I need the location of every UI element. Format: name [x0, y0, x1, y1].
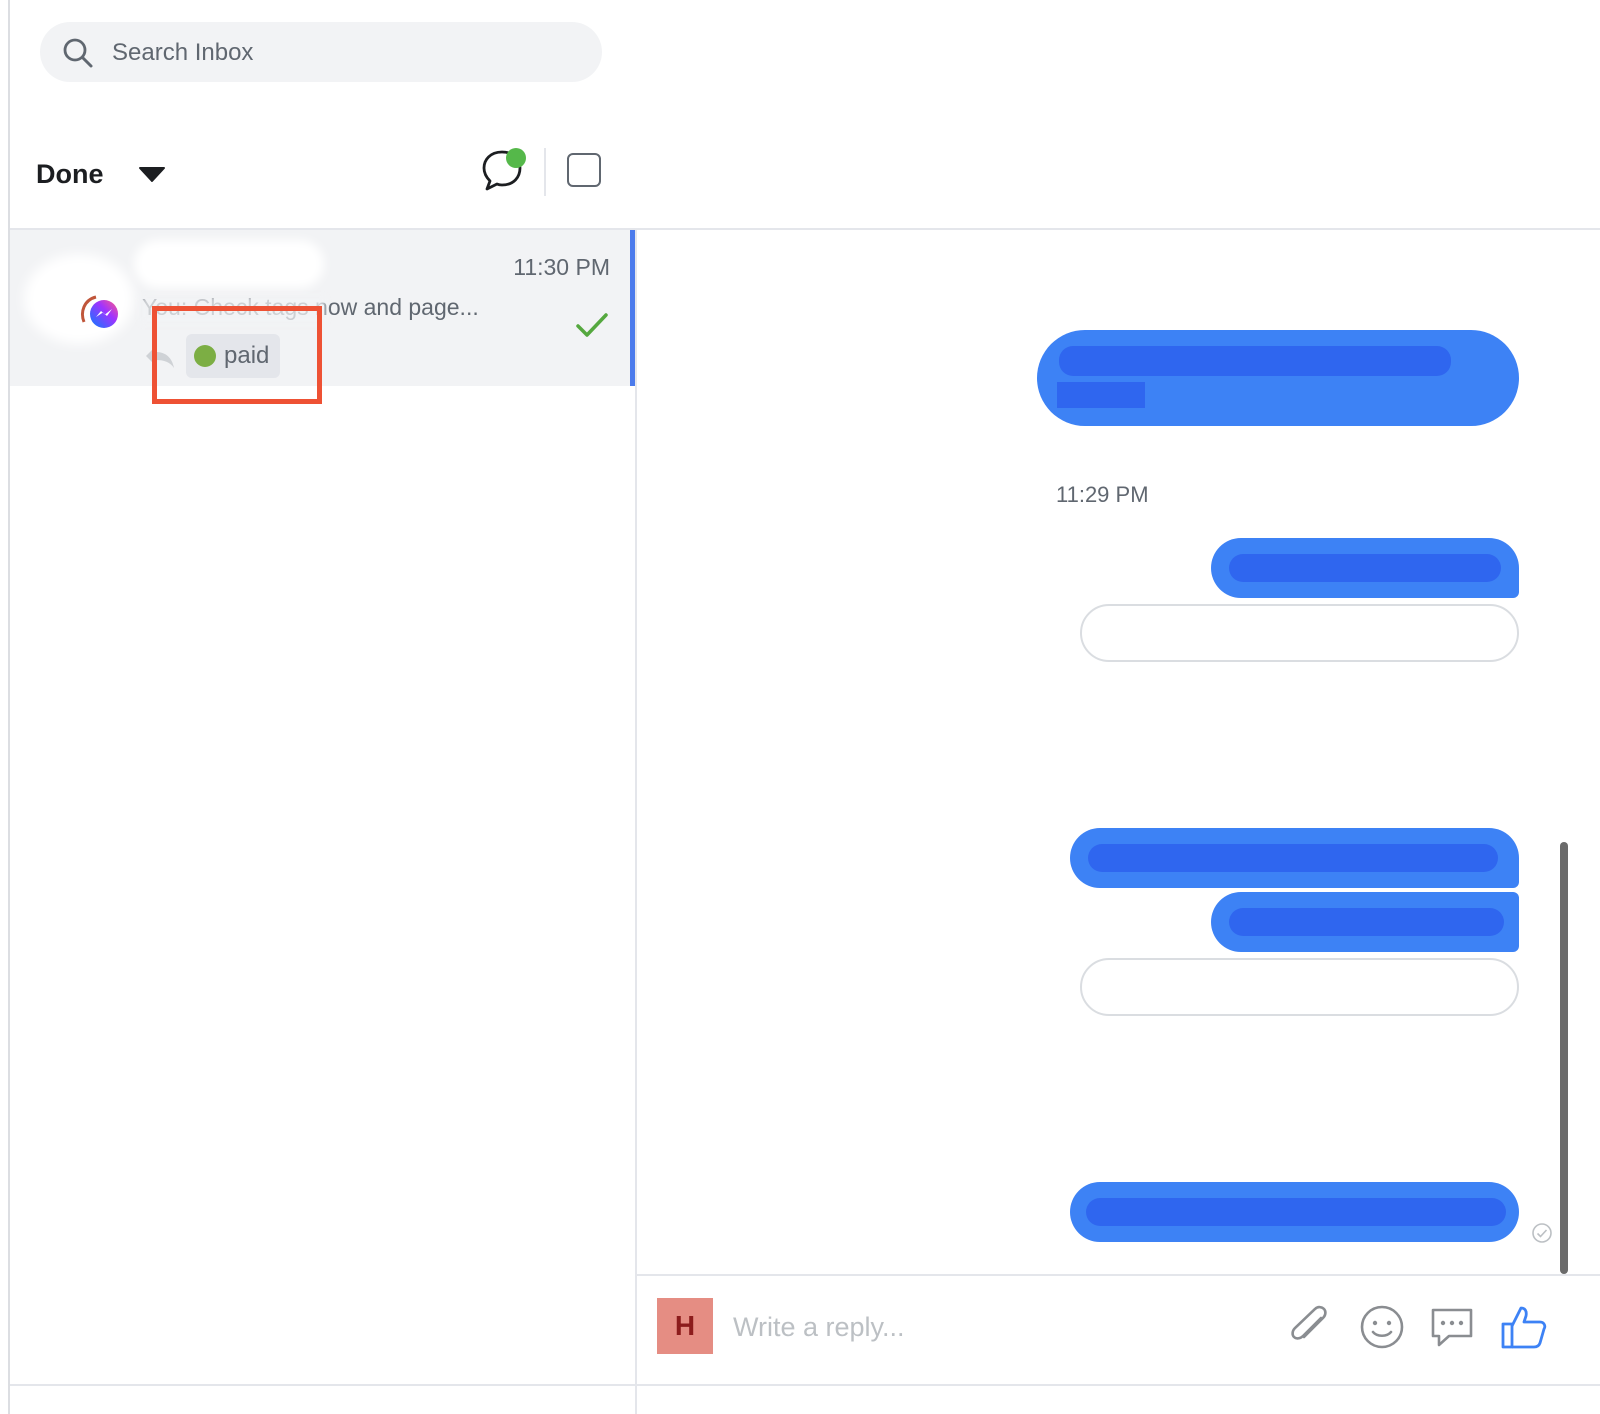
composer-bottom-border [10, 1384, 1600, 1386]
contact-name [134, 240, 324, 288]
select-all-checkbox[interactable] [567, 153, 601, 187]
redacted-text [1059, 346, 1451, 376]
quick-reply-button[interactable] [1080, 604, 1519, 662]
agent-avatar: H [657, 1298, 713, 1354]
conversation-list: 11:30 PM You: Check tags now and page...… [10, 230, 635, 1414]
status-filter-label: Done [36, 158, 104, 189]
search-input[interactable] [110, 32, 584, 74]
thread-scrollbar[interactable] [1560, 842, 1568, 1274]
status-filter-dropdown[interactable]: Done [36, 152, 165, 196]
messenger-icon [87, 297, 121, 331]
redacted-text [1088, 844, 1498, 872]
search-icon [63, 38, 93, 68]
new-message-icon[interactable] [480, 144, 534, 194]
toolbar-divider [544, 148, 546, 196]
redacted-text [1086, 1198, 1506, 1226]
agent-initial: H [674, 1310, 696, 1341]
done-check-icon[interactable] [574, 310, 610, 340]
outgoing-message-bubble [1070, 828, 1519, 888]
reply-input[interactable] [731, 1304, 1255, 1350]
redacted-text [1057, 382, 1145, 408]
seen-check-icon [1532, 1223, 1552, 1243]
saved-replies-icon[interactable] [1427, 1302, 1477, 1352]
message-thread: 11:29 PM [637, 230, 1600, 1274]
conversation-item[interactable]: 11:30 PM You: Check tags now and page...… [10, 230, 635, 386]
outgoing-message-bubble [1037, 330, 1519, 426]
annotation-highlight-box [152, 306, 322, 404]
conversation-time: 11:30 PM [513, 254, 610, 280]
redacted-text [1229, 908, 1504, 936]
caret-down-icon [139, 167, 165, 182]
thumbs-up-icon[interactable] [1499, 1302, 1549, 1352]
attachment-icon[interactable] [1285, 1302, 1335, 1352]
quick-reply-button[interactable] [1080, 958, 1519, 1016]
reply-composer: H [637, 1274, 1600, 1414]
emoji-icon[interactable] [1357, 1302, 1407, 1352]
outgoing-message-bubble [1211, 892, 1519, 952]
thread-timestamp: 11:29 PM [1056, 482, 1149, 507]
redacted-text [1229, 554, 1501, 582]
search-box[interactable] [40, 22, 602, 82]
outgoing-message-bubble [1211, 538, 1519, 598]
outgoing-message-bubble [1070, 1182, 1519, 1242]
